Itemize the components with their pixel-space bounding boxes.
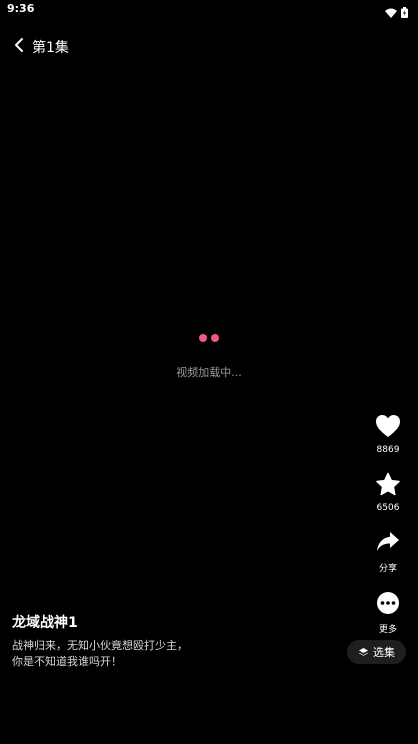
battery-icon [401,3,408,22]
more-label: 更多 [378,625,397,635]
like-count: 8869 [376,445,400,455]
wifi-icon [385,3,397,22]
back-button[interactable] [10,36,28,58]
drama-info: 龙域战神1 战神归来，无知小伙竟想殴打少主， 你是不知道我谁吗开！ [12,612,312,670]
video-loader: 视频加载中... [0,334,418,380]
status-time: 9:36 [7,2,35,15]
share-button[interactable]: 分享 [366,528,410,574]
favorite-button[interactable]: 6506 [366,470,410,513]
more-icon [374,589,402,617]
select-episodes-button[interactable]: 选集 [347,640,406,664]
top-nav: 第1集 [10,36,69,58]
drama-title: 龙域战神1 [12,615,78,631]
loading-dots [0,334,418,344]
more-button[interactable]: 更多 [366,589,410,635]
favorite-count: 6506 [376,503,400,513]
share-label: 分享 [378,564,397,574]
chevron-left-icon [14,37,24,57]
star-icon [374,470,402,498]
drama-description: 战神归来，无知小伙竟想殴打少主， 你是不知道我谁吗开！ [12,639,188,668]
layers-icon [358,643,369,662]
share-icon [374,528,402,556]
loading-text: 视频加载中... [176,366,242,379]
select-episodes-label: 选集 [373,646,395,659]
like-button[interactable]: 8869 [366,412,410,455]
loading-dot [199,334,207,342]
status-bar: 9:36 [0,0,418,18]
side-actions: 8869 6506 分享 更多 [366,412,410,635]
status-icons [385,3,408,22]
episode-title: 第1集 [32,40,69,56]
heart-icon [374,412,402,440]
loading-dot [211,334,219,342]
